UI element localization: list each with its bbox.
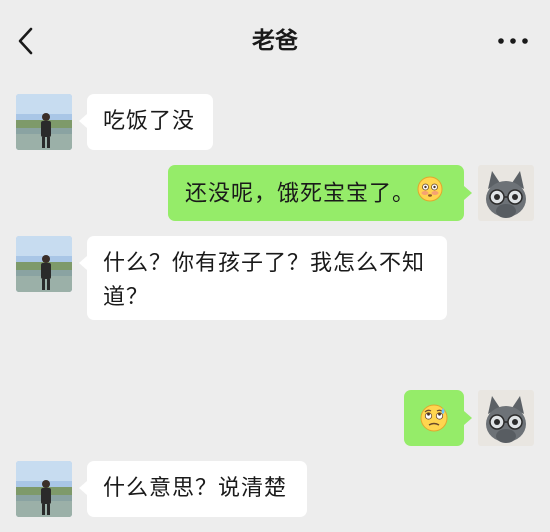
message-bubble-incoming[interactable]: 吃饭了没 [87,94,213,150]
rolling-eyes-sweat-emoji [419,403,449,444]
dad-avatar-photo [16,94,72,150]
dad-avatar-photo [16,236,72,292]
dad-avatar-photo [16,461,72,517]
my-avatar[interactable] [478,165,534,221]
bubble-tail [79,114,87,128]
dad-avatar[interactable] [16,236,72,292]
flushed-face-emoji [417,176,443,213]
message-bubble-outgoing[interactable] [404,390,464,446]
cat-avatar-photo [478,165,534,221]
message-text: 吃饭了没 [103,109,196,134]
dad-avatar[interactable] [16,461,72,517]
more-dots-icon [498,38,528,44]
message-text-line: 道？ [103,285,150,310]
dad-avatar[interactable] [16,94,72,150]
bubble-tail [79,481,87,495]
cat-avatar-photo [478,390,534,446]
message-text: 还没呢，饿死宝宝了。 [185,181,416,207]
message-text-line: 什么？你有孩子了？我怎么不知 [103,251,426,276]
message-text: 什么意思？说清楚 [103,476,288,501]
chat-title: 老爸 [252,28,298,54]
chat-header: 老爸 [0,0,550,82]
message-bubble-incoming[interactable]: 什么意思？说清楚 [87,461,307,517]
message-bubble-incoming[interactable]: 什么？你有孩子了？我怎么不知 道？ [87,236,447,320]
bubble-tail [464,186,472,200]
bubble-tail [79,256,87,270]
message-bubble-outgoing[interactable]: 还没呢，饿死宝宝了。 [168,165,464,221]
my-avatar[interactable] [478,390,534,446]
bubble-tail [464,411,472,425]
more-button[interactable] [496,27,530,53]
